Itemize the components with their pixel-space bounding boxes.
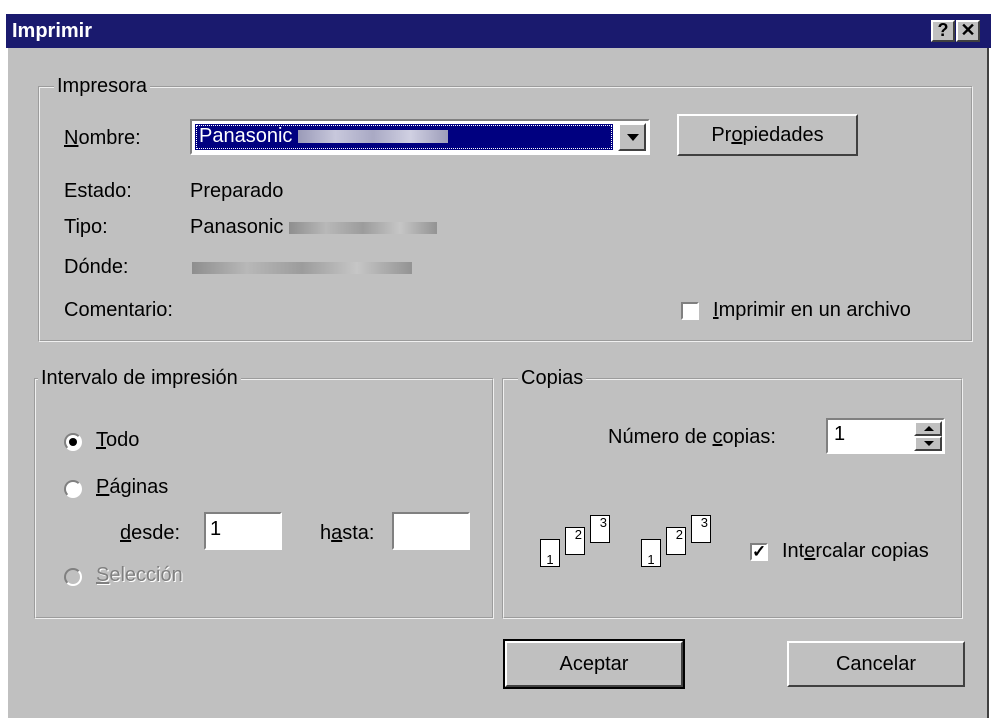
ok-button[interactable]: Aceptar: [503, 639, 685, 689]
printer-group-label: Impresora: [54, 75, 151, 97]
collate-page-1: 1: [641, 539, 661, 567]
print-to-file-checkbox[interactable]: [681, 302, 699, 320]
collate-checkbox[interactable]: ✓: [750, 543, 768, 561]
collate-label[interactable]: Intercalar copias: [782, 540, 929, 563]
to-label: hasta:: [320, 522, 375, 544]
collate-page-1: 1: [540, 539, 560, 567]
spin-up-button[interactable]: [914, 421, 942, 436]
copies-count-label: Número de copias:: [608, 426, 776, 448]
arrow-down-icon: [924, 441, 934, 446]
comment-label: Comentario:: [64, 299, 173, 321]
printer-name-selected: Panasonic: [195, 124, 613, 150]
help-button[interactable]: ?: [931, 20, 955, 42]
range-pages-radio[interactable]: [64, 480, 82, 498]
printer-name-redacted: [297, 130, 448, 144]
printer-name-combobox[interactable]: Panasonic: [190, 119, 650, 155]
printer-name-label: Nombre:: [64, 127, 141, 149]
chevron-down-icon: [627, 134, 639, 141]
print-to-file-label[interactable]: Imprimir en un archivo: [713, 299, 911, 322]
where-value-redacted: [192, 262, 412, 274]
status-value: Preparado: [190, 180, 284, 202]
range-pages-label[interactable]: Páginas: [96, 476, 168, 499]
range-selection-radio[interactable]: [64, 568, 82, 586]
title-bar: Imprimir ? ✕: [6, 14, 991, 48]
collate-illustration-1: 3 2 1: [532, 515, 612, 590]
collate-page-3: 3: [590, 515, 610, 543]
print-range-group-label: Intervalo de impresión: [38, 367, 241, 389]
from-label: desde:: [120, 522, 181, 544]
where-label: Dónde:: [64, 256, 129, 278]
from-input[interactable]: 1: [204, 512, 282, 550]
combobox-dropdown-button[interactable]: [618, 123, 646, 151]
type-value-row: Panasonic: [190, 216, 437, 239]
status-label: Estado:: [64, 180, 132, 202]
copies-count-spinner[interactable]: 1: [826, 418, 945, 454]
type-label: Tipo:: [64, 216, 108, 238]
collate-page-2: 2: [666, 527, 686, 555]
printer-name-value: Panasonic: [199, 125, 293, 147]
collate-illustration-2: 3 2 1: [633, 515, 713, 590]
spin-down-button[interactable]: [914, 436, 942, 451]
range-all-radio[interactable]: [64, 433, 82, 451]
to-input[interactable]: [392, 512, 470, 550]
properties-button[interactable]: Propiedades: [677, 114, 858, 156]
collate-page-2: 2: [565, 527, 585, 555]
close-button[interactable]: ✕: [956, 20, 980, 42]
type-value-redacted: [288, 221, 437, 234]
type-value: Panasonic: [190, 216, 284, 238]
cancel-button[interactable]: Cancelar: [787, 641, 965, 687]
range-selection-label: Selección: [96, 564, 183, 586]
window-title: Imprimir: [12, 20, 93, 42]
range-all-label[interactable]: Todo: [96, 429, 139, 452]
collate-page-3: 3: [691, 515, 711, 543]
printer-name-label-rest: ombre:: [78, 127, 141, 149]
copies-group-label: Copias: [518, 367, 587, 389]
copies-count-value: 1: [834, 423, 846, 445]
arrow-up-icon: [924, 426, 934, 431]
